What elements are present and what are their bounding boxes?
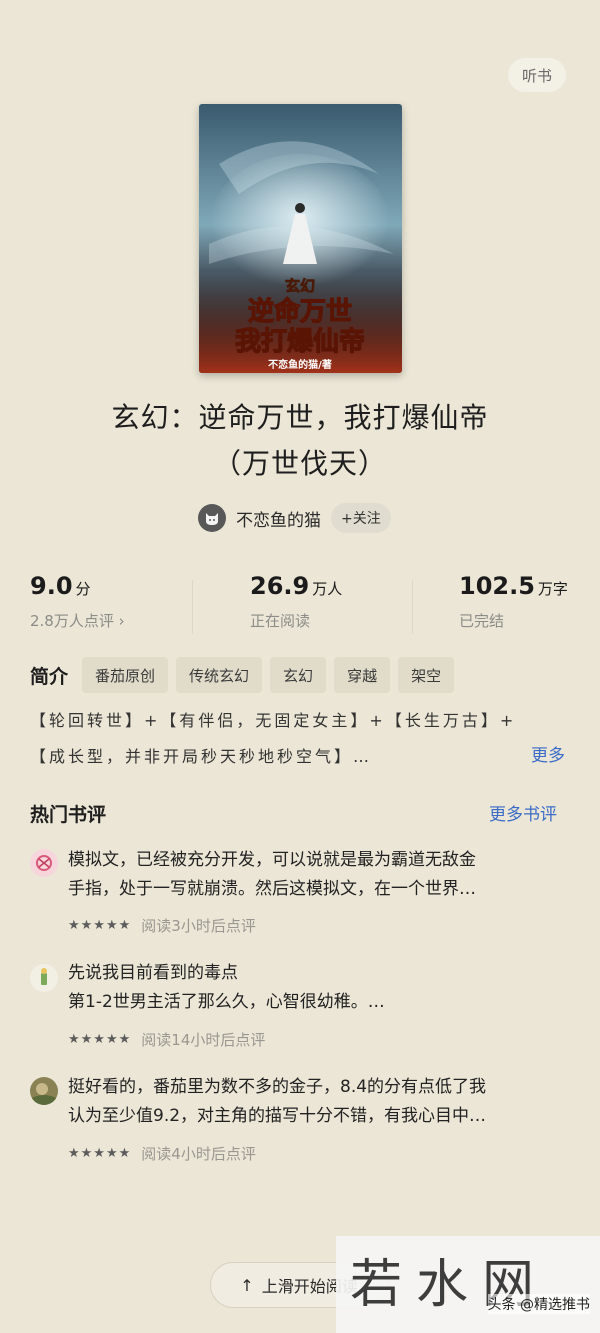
reviewer-avatar[interactable] [30,964,58,992]
stat-rating[interactable]: 9.0 分 2.8万人点评 › [30,572,125,631]
author-row[interactable]: 不恋鱼的猫 +关注 [198,501,391,535]
tag[interactable]: 架空 [398,657,455,693]
arrow-up-icon: ↑ [240,1275,254,1295]
cat-icon[interactable] [198,504,226,532]
cover-genre: 玄幻 [285,277,315,295]
stat-words: 102.5 万字 已完结 [459,572,568,631]
star-rating: ★★★★★ [68,918,132,933]
readers-value: 26.9 [250,572,310,600]
rating-count[interactable]: 2.8万人点评 › [30,610,125,631]
star-rating: ★★★★★ [68,1146,132,1161]
star-rating: ★★★★★ [68,1032,132,1047]
watermark-credit: 头条 @精选推书 [487,1294,590,1314]
cover-title-line2: 我打爆仙帝 [235,326,365,357]
divider [412,580,413,634]
rating-value: 9.0 [30,572,73,600]
cover-title-line1: 逆命万世 [248,296,352,327]
words-value: 102.5 [459,572,535,600]
review-time: 阅读14小时后点评 [141,1031,266,1049]
intro-label: 简介 [30,665,69,688]
tag[interactable]: 穿越 [334,657,391,693]
review-text[interactable]: 模拟文，已经被充分开发，可以说就是最为霸道无敌金 手指，处于一写就崩溃。然后这模… [68,846,568,904]
follow-button[interactable]: +关注 [331,503,391,533]
divider [192,580,193,634]
tag[interactable]: 传统玄幻 [176,657,263,693]
book-subtitle: （万世伐天） [212,447,387,480]
reviewer-avatar[interactable] [30,849,58,877]
review-line: 先说我目前看到的毒点 [68,963,238,983]
review-time: 阅读3小时后点评 [141,917,256,935]
book-title: 玄幻：逆命万世，我打爆仙帝 [111,401,489,434]
review-text[interactable]: 挺好看的，番茄里为数不多的金子，8.4的分有点低了我 认为至少值9.2，对主角的… [68,1073,568,1131]
review-line: 认为至少值9.2，对主角的描写十分不错，有我心目中… [68,1106,487,1126]
tag[interactable]: 玄幻 [270,657,327,693]
listen-button[interactable]: 听书 [508,58,566,92]
review-meta: ★★★★★ 阅读14小时后点评 [68,1029,265,1050]
review-text[interactable]: 先说我目前看到的毒点 第1-2世男主活了那么久，心智很幼稚。… [68,959,568,1017]
intro-more-link[interactable]: 更多 [531,741,565,766]
tag[interactable]: 番茄原创 [82,657,169,693]
review-meta: ★★★★★ 阅读4小时后点评 [68,1143,256,1164]
author-name[interactable]: 不恋鱼的猫 [236,506,321,531]
rating-unit: 分 [75,580,91,598]
more-reviews-link[interactable]: 更多书评 [489,800,557,825]
intro-row: 简介 番茄原创 传统玄幻 玄幻 穿越 架空 [30,657,462,693]
review-line: 手指，处于一写就崩溃。然后这模拟文，在一个世界… [68,879,476,899]
review-line: 模拟文，已经被充分开发，可以说就是最为霸道无敌金 [68,850,476,870]
review-time: 阅读4小时后点评 [141,1145,256,1163]
reviews-title: 热门书评 [30,804,107,826]
review-meta: ★★★★★ 阅读3小时后点评 [68,915,256,936]
readers-unit: 万人 [312,580,343,598]
intro-text-line: 【成长型，并非开局秒天秒地秒空气】… [30,747,373,766]
review-line: 第1-2世男主活了那么久，心智很幼稚。… [68,992,385,1012]
stat-readers: 26.9 万人 正在阅读 [250,572,342,631]
cover-byline: 不恋鱼的猫/著 [268,358,332,371]
book-cover[interactable]: 玄幻 逆命万世 我打爆仙帝 不恋鱼的猫/著 [199,104,402,373]
review-line: 挺好看的，番茄里为数不多的金子，8.4的分有点低了我 [68,1077,487,1097]
intro-text-line: 【轮回转世】+【有伴侣，无固定女主】+【长生万古】+ [30,711,517,730]
watermark: 若水网 头条 @精选推书 [336,1236,600,1333]
status-label: 已完结 [459,612,505,630]
readers-label: 正在阅读 [250,612,311,630]
reviewer-avatar[interactable] [30,1077,58,1105]
words-unit: 万字 [537,580,568,598]
